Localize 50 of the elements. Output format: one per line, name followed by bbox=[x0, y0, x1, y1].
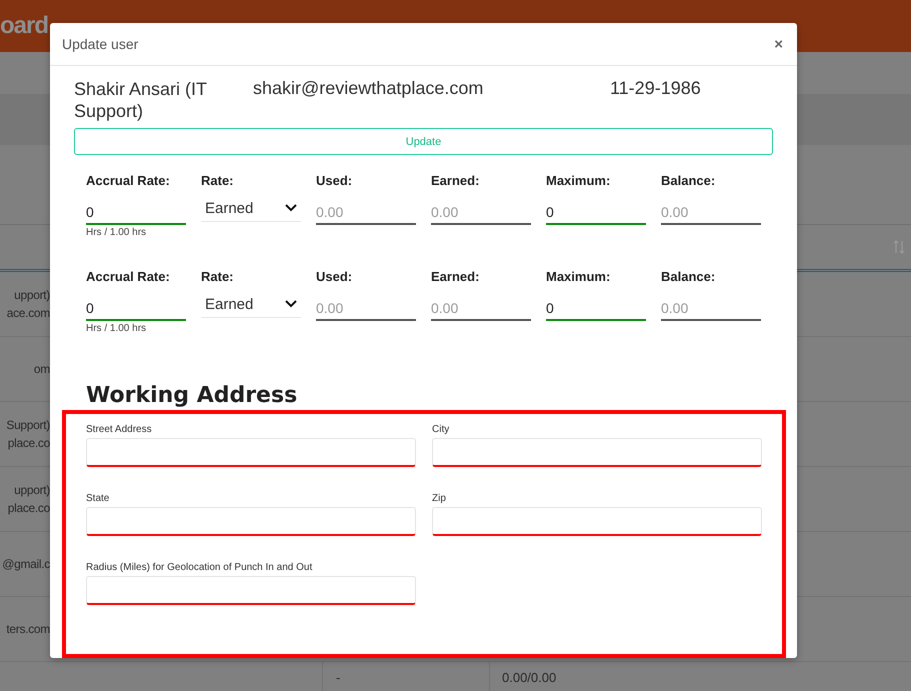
rate-dropdown[interactable]: Earned bbox=[201, 195, 301, 222]
table-cell: ters.com bbox=[6, 622, 50, 636]
input-field[interactable]: 0 bbox=[86, 201, 186, 225]
input-field[interactable]: 0 bbox=[546, 297, 646, 321]
modal-title: Update user bbox=[62, 36, 138, 52]
chevron-down-icon bbox=[285, 300, 297, 308]
section-heading: Working Address bbox=[86, 383, 298, 408]
user-name: Shakir Ansari (IT Support) bbox=[74, 78, 208, 123]
field-label: Accrual Rate: bbox=[86, 269, 171, 286]
input-field[interactable] bbox=[86, 576, 416, 605]
field-label: Earned: bbox=[431, 173, 480, 190]
user-email: shakir@reviewthatplace.com bbox=[253, 78, 484, 100]
field-label: Balance: bbox=[661, 173, 716, 190]
table-cell: ace.com bbox=[6, 306, 50, 320]
field-label: City bbox=[432, 424, 450, 437]
input-field[interactable] bbox=[86, 438, 416, 467]
birth-date: 11-29-1986 bbox=[610, 78, 701, 100]
input-field[interactable] bbox=[432, 507, 762, 536]
input-field[interactable] bbox=[432, 438, 762, 467]
table-cell: 0.00/0.00 bbox=[502, 670, 556, 685]
table-cell: upport) bbox=[14, 483, 50, 497]
table-cell: - bbox=[336, 670, 340, 685]
table-cell: Support) bbox=[6, 418, 50, 432]
header-title: oard bbox=[0, 14, 48, 38]
field-label: Used: bbox=[316, 269, 354, 286]
field-label: Balance: bbox=[661, 269, 716, 286]
hint-text: Hrs / 1.00 hrs bbox=[86, 323, 148, 334]
input-field[interactable]: 0 bbox=[546, 201, 646, 225]
field-label: Accrual Rate: bbox=[86, 173, 171, 190]
field-label: Radius (Miles) for Geolocation of Punch In and Out bbox=[86, 562, 314, 575]
input-field[interactable]: 0 bbox=[86, 297, 186, 321]
field-label: Used: bbox=[316, 173, 354, 190]
close-button[interactable]: × bbox=[772, 36, 785, 52]
table-cell: @gmail.c bbox=[2, 557, 50, 571]
field-label: State bbox=[86, 493, 110, 506]
field-label: Street Address bbox=[86, 424, 153, 437]
field-label: Maximum: bbox=[546, 269, 612, 286]
input-field[interactable] bbox=[86, 507, 416, 536]
table-cell: place.co bbox=[8, 436, 50, 450]
field-label: Zip bbox=[432, 493, 447, 506]
table-cell: om bbox=[34, 362, 50, 376]
field-label: Rate: bbox=[201, 269, 235, 286]
table-cell: upport) bbox=[14, 288, 50, 302]
rate-dropdown[interactable]: Earned bbox=[201, 291, 301, 318]
field-label: Rate: bbox=[201, 173, 235, 190]
table-cell: place.co bbox=[8, 501, 50, 515]
field-label: Earned: bbox=[431, 269, 480, 286]
hint-text: Hrs / 1.00 hrs bbox=[86, 227, 148, 238]
chevron-down-icon bbox=[285, 204, 297, 212]
field-label: Maximum: bbox=[546, 173, 612, 190]
